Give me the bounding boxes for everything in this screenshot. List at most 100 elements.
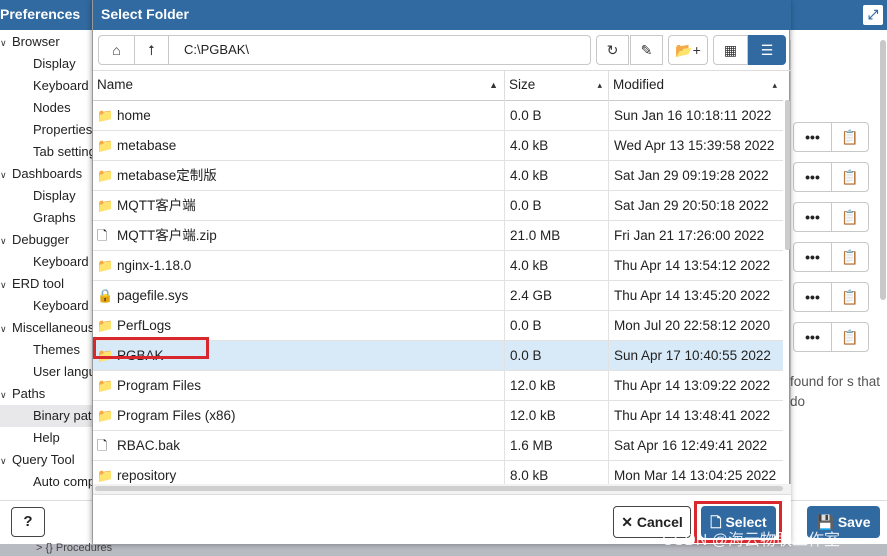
tree-item-label: Debugger [12,232,70,247]
preferences-scrollbar[interactable] [880,40,886,300]
column-header-name[interactable]: Name ▲ [93,71,505,101]
browse-button[interactable]: ••• [794,203,832,231]
column-header-size[interactable]: Size ▴ [505,71,609,101]
file-size-cell: 1.6 MB [505,431,609,461]
file-name: Program Files (x86) [117,408,236,423]
tree-group[interactable]: ∨ Browser [0,31,60,53]
file-name-cell[interactable]: 📁 Program Files (x86) [93,401,505,431]
column-size-label: Size [509,77,536,92]
browse-button[interactable]: ••• [794,323,832,351]
tree-group[interactable]: ∨ Debugger [0,229,69,251]
scrollbar-thumb[interactable] [95,486,783,491]
clipboard-check-icon[interactable]: 📋 [832,323,868,351]
file-name-cell[interactable]: 🗋 MQTT客户端.zip [93,221,505,251]
table-row[interactable]: 📁 nginx-1.18.0 4.0 kB Thu Apr 14 13:54:12 2… [93,251,783,281]
tree-group[interactable]: ∨ Query Tool [0,449,75,471]
help-button[interactable]: ? [11,507,45,537]
grid-view-button[interactable]: ▦ [713,35,748,65]
file-name-cell[interactable]: 🗋 RBAC.bak [93,431,505,461]
tree-group[interactable]: ∨ ERD tool [0,273,64,295]
file-modified-cell: Sat Jan 29 09:19:28 2022 [614,168,769,183]
column-header-modified[interactable]: Modified ▴ [609,71,783,101]
file-table-vertical-scrollbar[interactable] [785,100,790,250]
tree-group[interactable]: ∨ Miscellaneous [0,317,92,339]
table-row[interactable]: 📁 metabase定制版 4.0 kB Sat Jan 29 09:19:28 20… [93,161,783,191]
folder-icon: 📁 [97,348,114,363]
tree-item[interactable]: Keyboard [0,75,89,97]
browse-button[interactable]: ••• [794,243,832,271]
chevron-down-icon: ∨ [0,456,7,466]
path-row-buttons: ••• 📋 [793,242,869,272]
table-row[interactable]: 🔒 pagefile.sys 2.4 GB Thu Apr 14 13:45:20 2… [93,281,783,311]
rename-button[interactable]: ✎ [630,35,663,65]
chevron-down-icon: ∨ [0,324,7,334]
clipboard-check-icon[interactable]: 📋 [832,203,868,231]
browse-button[interactable]: ••• [794,283,832,311]
tree-item[interactable]: Help [0,427,60,449]
file-modified-cell: Sun Jan 16 10:18:11 2022 [614,108,772,123]
clipboard-check-icon[interactable]: 📋 [832,283,868,311]
table-row[interactable]: 📁 Program Files (x86) 12.0 kB Thu Apr 14 13… [93,401,783,431]
refresh-button[interactable]: ↻ [596,35,629,65]
tree-item[interactable]: Themes [0,339,80,361]
tree-item[interactable]: Properties [0,119,92,141]
file-icon: 🗋 [97,228,108,243]
browse-button[interactable]: ••• [794,123,832,151]
dialog-title: Select Folder [101,6,189,22]
tree-group[interactable]: ∨ Paths [0,383,45,405]
tree-item[interactable]: Tab setting [0,141,92,163]
table-row[interactable]: 🗋 MQTT客户端.zip 21.0 MB Fri Jan 21 17:26:00 2… [93,221,783,251]
table-row[interactable]: 📁 repository 8.0 kB Mon Mar 14 13:04:25 202… [93,461,783,484]
clipboard-check-icon[interactable]: 📋 [832,243,868,271]
table-row[interactable]: 📁 Program Files 12.0 kB Thu Apr 14 13:09:22… [93,371,783,401]
tree-item-label: Query Tool [12,452,75,467]
tree-item-label: Properties [33,122,92,137]
file-name: MQTT客户端 [117,198,196,213]
table-row[interactable]: 📁 metabase 4.0 kB Wed Apr 13 15:39:58 2022 [93,131,783,161]
file-name-cell[interactable]: 📁 metabase定制版 [93,161,505,191]
folder-icon: 📁 [97,378,114,393]
file-name: repository [117,468,177,483]
file-size-cell: 0.0 B [505,311,609,341]
home-button[interactable]: ⌂ [98,35,135,65]
file-name-cell[interactable]: 📁 repository [93,461,505,484]
table-row[interactable]: 🗋 RBAC.bak 1.6 MB Sat Apr 16 12:49:41 2022 [93,431,783,461]
file-name-cell[interactable]: 📁 PGBAK [93,341,505,371]
table-row[interactable]: 📁 home 0.0 B Sun Jan 16 10:18:11 2022 [93,101,783,131]
file-name-cell[interactable]: 🔒 pagefile.sys [93,281,505,311]
file-name-cell[interactable]: 📁 Program Files [93,371,505,401]
list-view-button[interactable]: ☰ [748,35,786,65]
tree-item[interactable]: Keyboard [0,295,89,317]
tree-item[interactable]: Graphs [0,207,76,229]
file-table-horizontal-scrollbar[interactable] [93,484,791,494]
tree-item[interactable]: Keyboard [0,251,89,273]
tree-item[interactable]: Auto comp [0,471,92,493]
path-row-buttons: ••• 📋 [793,122,869,152]
up-level-button[interactable]: ⭡ [134,35,169,65]
tree-item[interactable]: Display [0,53,76,75]
file-modified-cell: Thu Apr 14 13:09:22 2022 [614,378,771,393]
file-name: Program Files [117,378,202,393]
file-name-cell[interactable]: 📁 PerfLogs [93,311,505,341]
expand-icon[interactable]: ⤢ [863,5,883,25]
file-name-cell[interactable]: 📁 home [93,101,505,131]
table-row[interactable]: 📁 PerfLogs 0.0 B Mon Jul 20 22:58:12 2020 [93,311,783,341]
preferences-title: Preferences [0,6,81,22]
tree-item[interactable]: Display [0,185,76,207]
path-row-buttons: ••• 📋 [793,202,869,232]
new-folder-button[interactable]: 📂+ [668,35,708,65]
tree-item[interactable]: User langu [0,361,92,383]
table-row[interactable]: 📁 MQTT客户端 0.0 B Sat Jan 29 20:50:18 2022 [93,191,783,221]
file-name-cell[interactable]: 📁 MQTT客户端 [93,191,505,221]
file-name-cell[interactable]: 📁 metabase [93,131,505,161]
browse-button[interactable]: ••• [794,163,832,191]
path-row-buttons: ••• 📋 [793,162,869,192]
tree-group[interactable]: ∨ Dashboards [0,163,82,185]
clipboard-check-icon[interactable]: 📋 [832,163,868,191]
table-row[interactable]: 📁 PGBAK 0.0 B Sun Apr 17 10:40:55 2022 [93,341,783,371]
clipboard-check-icon[interactable]: 📋 [832,123,868,151]
path-input[interactable]: C:\PGBAK\ [168,35,591,65]
file-name-cell[interactable]: 📁 nginx-1.18.0 [93,251,505,281]
tree-item[interactable]: Binary path [0,405,92,427]
tree-item[interactable]: Nodes [0,97,71,119]
